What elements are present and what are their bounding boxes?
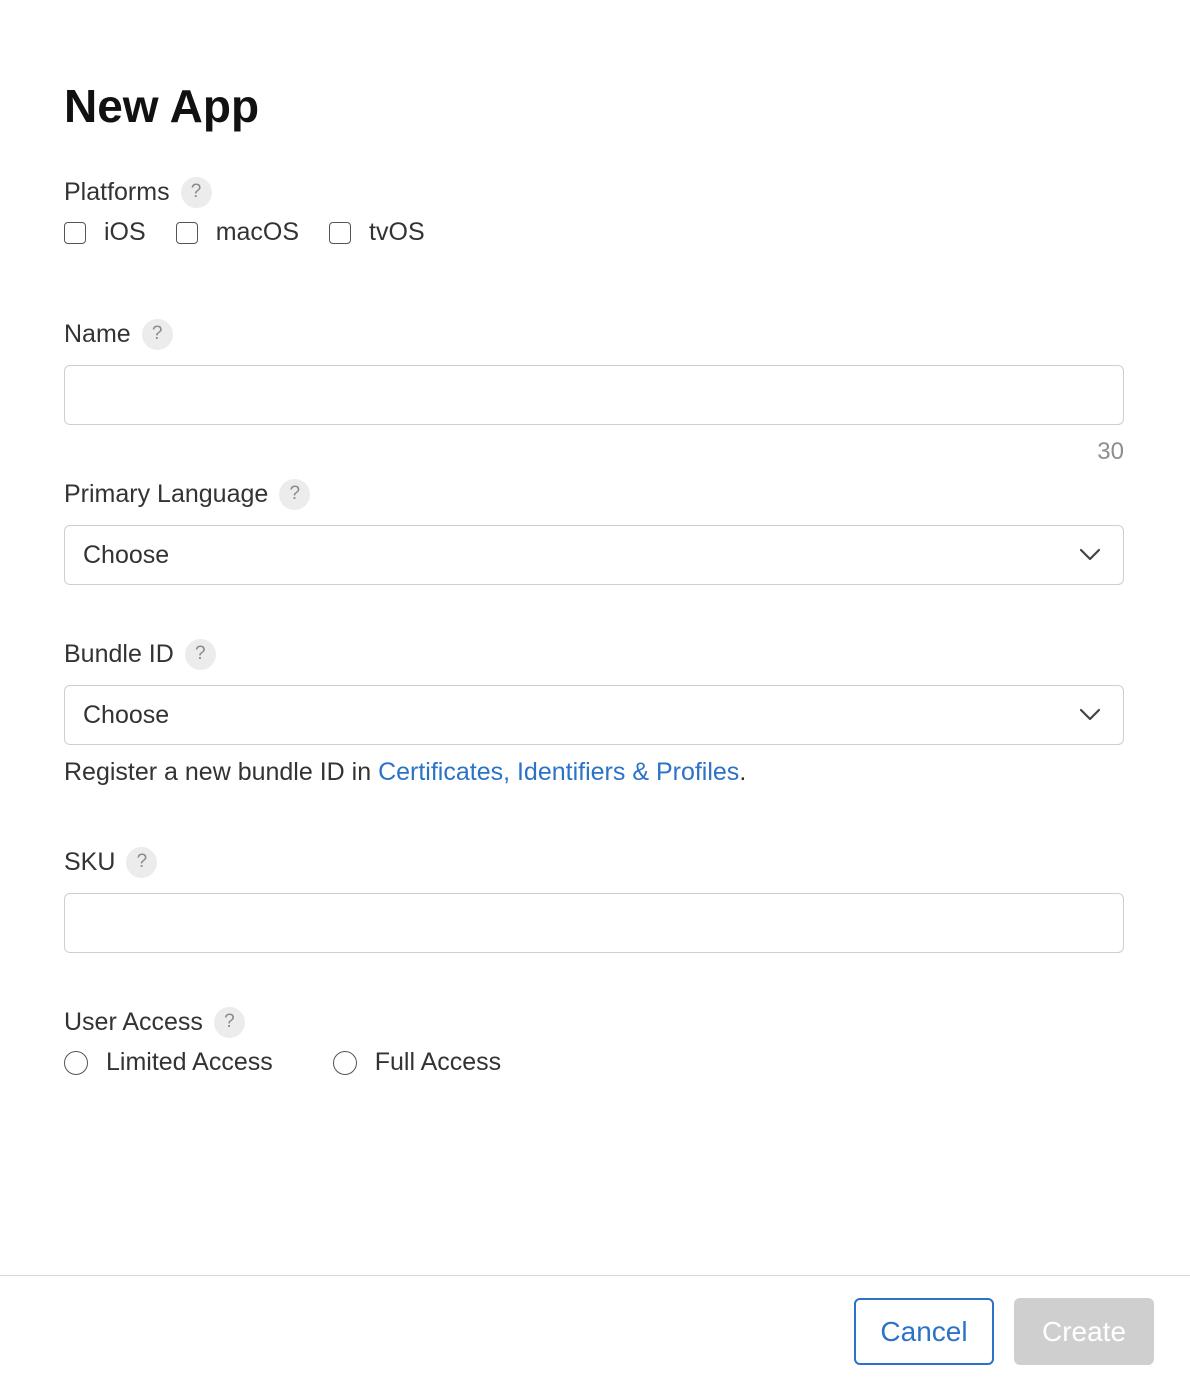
platform-macos-label: macOS <box>215 218 300 246</box>
platform-ios-option[interactable]: iOS <box>64 218 146 247</box>
platform-macos-checkbox[interactable] <box>175 221 198 244</box>
platform-macos-option[interactable]: macOS <box>175 218 300 247</box>
bundle-id-note-suffix: . <box>739 758 747 786</box>
limited-access-label: Limited Access <box>106 1048 273 1076</box>
primary-language-select[interactable]: Choose <box>64 525 1124 585</box>
bundle-id-note: Register a new bundle ID in Certificates… <box>64 758 746 787</box>
platform-tvos-option[interactable]: tvOS <box>329 218 425 247</box>
sku-label: SKU <box>64 847 116 876</box>
limited-access-option[interactable]: Limited Access <box>64 1048 273 1077</box>
bundle-id-select[interactable]: Choose <box>64 685 1124 745</box>
name-input[interactable] <box>64 365 1124 425</box>
footer-divider <box>0 1275 1190 1276</box>
chevron-down-icon <box>1079 708 1101 721</box>
name-help-icon[interactable]: ? <box>141 318 173 350</box>
bundle-id-help-icon[interactable]: ? <box>184 638 216 670</box>
user-access-label-group: User Access ? <box>64 1005 245 1039</box>
bundle-id-label-group: Bundle ID ? <box>64 637 216 671</box>
user-access-help-icon[interactable]: ? <box>213 1006 245 1038</box>
full-access-option[interactable]: Full Access <box>332 1048 502 1077</box>
primary-language-label-group: Primary Language ? <box>64 477 311 511</box>
bundle-id-label: Bundle ID <box>64 639 174 668</box>
limited-access-radio[interactable] <box>64 1050 88 1075</box>
primary-language-label: Primary Language <box>64 479 269 508</box>
sku-help-icon[interactable]: ? <box>126 846 158 878</box>
bundle-id-note-prefix: Register a new bundle ID in <box>64 758 379 786</box>
platform-tvos-label: tvOS <box>369 218 425 246</box>
create-button[interactable]: Create <box>1014 1298 1154 1365</box>
user-access-options: Limited Access Full Access <box>64 1048 501 1077</box>
full-access-radio[interactable] <box>332 1050 357 1075</box>
primary-language-help-icon[interactable]: ? <box>279 478 311 510</box>
full-access-label: Full Access <box>374 1048 502 1076</box>
platform-tvos-checkbox[interactable] <box>329 221 352 244</box>
primary-language-selected: Choose <box>83 540 170 569</box>
new-app-dialog: New App Platforms ? iOS macOS tvOS Name … <box>0 0 1190 1378</box>
dialog-title: New App <box>64 80 260 132</box>
platform-ios-checkbox[interactable] <box>64 221 86 244</box>
platforms-help-icon[interactable]: ? <box>180 176 212 208</box>
name-label-group: Name ? <box>64 317 173 351</box>
sku-input[interactable] <box>64 893 1124 953</box>
platforms-options: iOS macOS tvOS <box>64 218 425 247</box>
user-access-label: User Access <box>64 1007 203 1036</box>
name-char-count: 30 <box>1097 438 1124 465</box>
name-label: Name <box>64 319 131 348</box>
bundle-id-selected: Choose <box>83 700 170 729</box>
platforms-label-group: Platforms ? <box>64 175 212 209</box>
cancel-button[interactable]: Cancel <box>854 1298 994 1365</box>
certificates-identifiers-profiles-link[interactable]: Certificates, Identifiers & Profiles <box>378 758 739 786</box>
sku-label-group: SKU ? <box>64 845 158 879</box>
platform-ios-label: iOS <box>104 218 146 246</box>
chevron-down-icon <box>1079 548 1101 561</box>
platforms-label: Platforms <box>64 177 170 206</box>
